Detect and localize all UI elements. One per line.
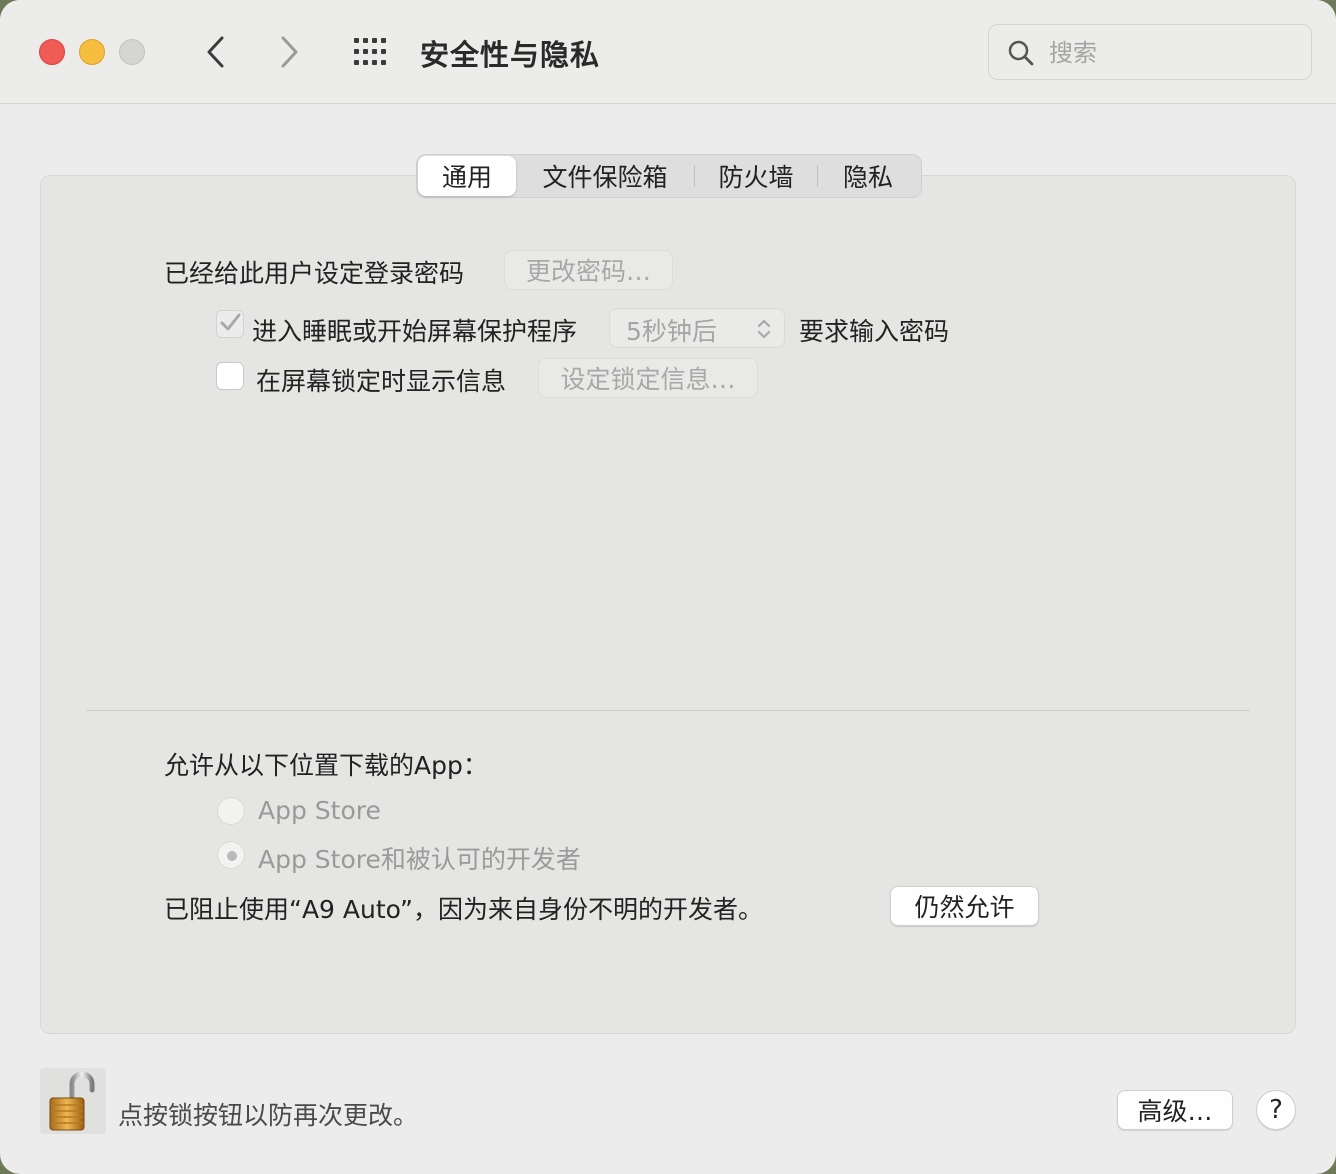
- minimize-button[interactable]: [79, 39, 105, 65]
- title-bar: 安全性与隐私: [0, 0, 1336, 104]
- require-password-suffix-label: 要求输入密码: [799, 317, 950, 346]
- section-divider: [86, 710, 1250, 711]
- radio-selected-dot: [227, 851, 237, 861]
- lock-hint-text: 点按锁按钮以防再次更改。: [118, 1101, 419, 1130]
- back-button[interactable]: [195, 30, 235, 74]
- allow-anyway-button[interactable]: 仍然允许: [890, 886, 1039, 926]
- radio-app-store-label: App Store: [258, 796, 381, 825]
- zoom-button[interactable]: [119, 39, 145, 65]
- downloads-heading: 允许从以下位置下载的App：: [164, 751, 488, 780]
- grid-icon: [354, 38, 386, 65]
- password-delay-select[interactable]: 5秒钟后: [609, 308, 785, 348]
- require-password-label: 进入睡眠或开始屏幕保护程序: [252, 317, 578, 346]
- search-field[interactable]: [988, 24, 1312, 80]
- window-title: 安全性与隐私: [420, 38, 601, 72]
- blocked-app-message: 已阻止使用“A9 Auto”，因为来自身份不明的开发者。: [164, 895, 764, 924]
- show-lock-message-label: 在屏幕锁定时显示信息: [256, 367, 507, 396]
- radio-app-store-identified[interactable]: [217, 841, 245, 869]
- updown-chevron-icon: [757, 319, 771, 339]
- require-password-checkbox[interactable]: [216, 310, 244, 338]
- tab-filevault[interactable]: 文件保险箱: [516, 156, 694, 196]
- tab-privacy[interactable]: 隐私: [818, 156, 918, 196]
- search-input[interactable]: [1049, 35, 1289, 71]
- forward-button[interactable]: [270, 30, 310, 74]
- show-all-button[interactable]: [350, 34, 394, 70]
- radio-app-store-identified-label: App Store和被认可的开发者: [258, 845, 581, 874]
- checkmark-icon: [220, 313, 241, 331]
- password-delay-value: 5秒钟后: [626, 317, 717, 346]
- chevron-left-icon: [207, 36, 224, 68]
- chevron-right-icon: [281, 36, 298, 68]
- advanced-button[interactable]: 高级…: [1117, 1090, 1233, 1130]
- system-preferences-window: 安全性与隐私 通用 文件保险箱 防火墙 隐私 已经给此用户设定登录密码 更改密码…: [0, 0, 1336, 1174]
- tab-general[interactable]: 通用: [418, 156, 516, 196]
- search-icon: [1008, 40, 1034, 66]
- set-lock-message-button[interactable]: 设定锁定信息…: [538, 358, 758, 398]
- radio-app-store[interactable]: [217, 797, 245, 825]
- tab-firewall[interactable]: 防火墙: [695, 156, 817, 196]
- close-button[interactable]: [39, 39, 65, 65]
- change-password-button[interactable]: 更改密码…: [504, 250, 673, 290]
- tab-bar: 通用 文件保险箱 防火墙 隐私: [416, 154, 922, 198]
- unlocked-padlock-icon: [49, 1071, 95, 1131]
- show-lock-message-checkbox[interactable]: [216, 362, 244, 390]
- lock-button[interactable]: [40, 1068, 106, 1134]
- password-set-label: 已经给此用户设定登录密码: [164, 259, 465, 288]
- help-button[interactable]: ?: [1256, 1090, 1296, 1130]
